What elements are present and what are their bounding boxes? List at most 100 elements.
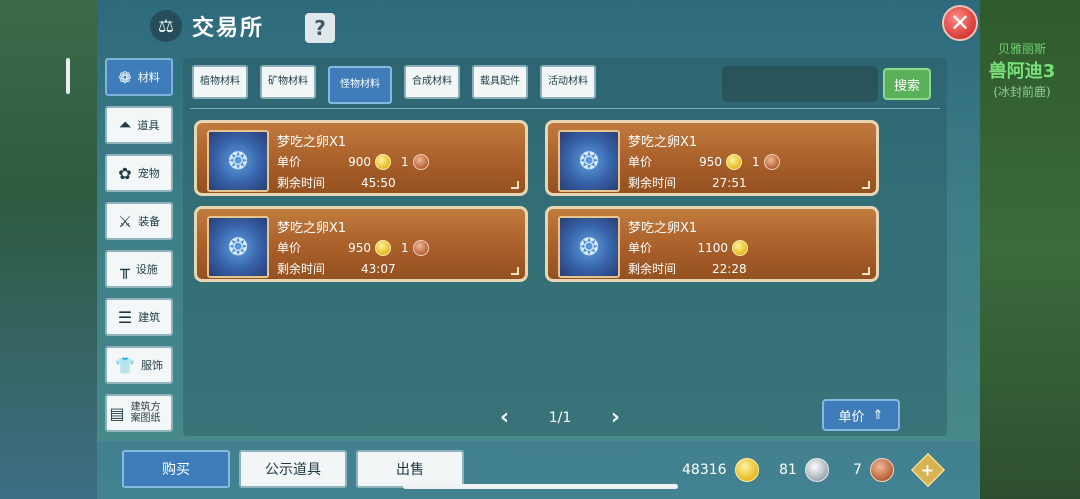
sidebar-item-items[interactable]: ⏶ 道具 bbox=[105, 106, 173, 144]
silver-amount: 81 bbox=[779, 462, 797, 478]
next-page-button[interactable]: › bbox=[611, 405, 620, 430]
sidebar-item-label: 装备 bbox=[138, 215, 161, 228]
listing-card[interactable]: ❂ 梦吃之卵X1 单价 900 1 剩余时间 45:50 bbox=[194, 120, 528, 196]
silver-balance: 81 bbox=[779, 458, 829, 482]
scroll-indicator[interactable] bbox=[66, 58, 70, 94]
time-remaining-label: 剩余时间 bbox=[628, 262, 677, 276]
unit-price-label: 单价 bbox=[628, 241, 653, 255]
corner-mark bbox=[862, 181, 870, 189]
blueprint-icon: ▤ bbox=[109, 403, 125, 423]
corner-mark bbox=[862, 267, 870, 275]
scales-icon: ⚖ bbox=[150, 10, 182, 42]
search-button[interactable]: 搜索 bbox=[883, 68, 931, 100]
unit-price-label: 单价 bbox=[277, 241, 302, 255]
egg-item-icon: ❂ bbox=[558, 130, 620, 192]
sidebar-item-blueprints[interactable]: ▤ 建筑方案图纸 bbox=[105, 394, 173, 432]
page-indicator: 1/1 bbox=[548, 409, 572, 426]
gold-coin-icon bbox=[734, 458, 759, 482]
bronze-price-value: 1 bbox=[752, 154, 760, 169]
item-name: 梦吃之卵X1 bbox=[277, 221, 347, 236]
listing-card[interactable]: ❂ 梦吃之卵X1 单价 950 1 剩余时间 43:07 bbox=[194, 206, 528, 282]
sidebar-item-facilities[interactable]: ╥ 设施 bbox=[105, 250, 173, 288]
close-button[interactable]: ✕ bbox=[942, 5, 978, 41]
shirt-icon: 👕 bbox=[115, 355, 135, 375]
background-npc-label: 贝雅丽斯 兽阿迪3 (冰封前鹿) bbox=[972, 40, 1072, 100]
egg-item-icon: ❂ bbox=[207, 130, 269, 192]
title-bar: ⚖ 交易所 bbox=[150, 8, 264, 44]
tab-monster-materials[interactable]: 怪物材料 bbox=[328, 66, 392, 104]
time-remaining-label: 剩余时间 bbox=[277, 176, 326, 190]
unit-price-label: 单价 bbox=[277, 155, 302, 169]
tab-crafting-materials[interactable]: 合成材料 bbox=[404, 65, 460, 99]
sidebar-item-clothing[interactable]: 👕 服饰 bbox=[105, 346, 173, 384]
sort-label: 单价 bbox=[838, 409, 865, 425]
sidebar-item-label: 服饰 bbox=[140, 359, 163, 372]
sell-button[interactable]: 出售 bbox=[356, 450, 464, 488]
bronze-price-value: 1 bbox=[401, 154, 409, 169]
sidebar-item-label: 宠物 bbox=[137, 167, 160, 180]
egg-item-icon: ❂ bbox=[558, 216, 620, 278]
plus-icon: + bbox=[921, 460, 935, 480]
materials-icon: ❁ bbox=[118, 67, 132, 87]
unit-price-value: 1100 bbox=[697, 240, 728, 255]
page-title: 交易所 bbox=[192, 16, 265, 41]
tabs-divider bbox=[190, 108, 940, 109]
gold-coin-icon bbox=[375, 239, 391, 256]
gold-coin-icon bbox=[375, 153, 391, 170]
bronze-balance: 7 bbox=[853, 458, 894, 482]
unit-price-value: 950 bbox=[348, 240, 371, 255]
sidebar-item-equipment[interactable]: ⚔ 装备 bbox=[105, 202, 173, 240]
sidebar-item-buildings[interactable]: ☰ 建筑 bbox=[105, 298, 173, 336]
help-button[interactable]: ? bbox=[305, 13, 335, 43]
corner-mark bbox=[511, 181, 519, 189]
sidebar-item-label: 建筑 bbox=[138, 311, 161, 324]
sidebar-item-materials[interactable]: ❁ 材料 bbox=[105, 58, 173, 96]
gold-coin-icon bbox=[726, 153, 742, 170]
npc-label-line1: 贝雅丽斯 bbox=[997, 42, 1046, 56]
unit-price-label: 单价 bbox=[628, 155, 653, 169]
gold-balance: 48316 bbox=[682, 458, 759, 482]
time-remaining-label: 剩余时间 bbox=[277, 262, 326, 276]
gold-amount: 48316 bbox=[682, 462, 727, 478]
npc-label-line3: (冰封前鹿) bbox=[993, 85, 1051, 99]
pagination: ‹ 1/1 › bbox=[500, 405, 620, 430]
time-remaining-label: 剩余时间 bbox=[628, 176, 677, 190]
sidebar-item-label: 建筑方案图纸 bbox=[130, 402, 161, 424]
sort-by-price-button[interactable]: 单价 ⇑ bbox=[822, 399, 900, 431]
tab-event-materials[interactable]: 活动材料 bbox=[540, 65, 596, 99]
bronze-coin-icon bbox=[763, 153, 780, 170]
buy-button[interactable]: 购买 bbox=[122, 450, 230, 488]
listing-card[interactable]: ❂ 梦吃之卵X1 单价 1100 剩余时间 22:28 bbox=[545, 206, 879, 282]
sidebar-item-pets[interactable]: ✿ 宠物 bbox=[105, 154, 173, 192]
flask-icon: ⏶ bbox=[118, 115, 132, 134]
public-items-button[interactable]: 公示道具 bbox=[239, 450, 347, 488]
corner-mark bbox=[511, 267, 519, 275]
category-sidebar: ❁ 材料 ⏶ 道具 ✿ 宠物 ⚔ 装备 ╥ 设施 ☰ 建筑 👕 服饰 ▤ 建筑方… bbox=[105, 58, 177, 442]
bronze-coin-icon bbox=[412, 239, 429, 256]
bronze-amount: 7 bbox=[853, 462, 862, 478]
listing-card[interactable]: ❂ 梦吃之卵X1 单价 950 1 剩余时间 27:51 bbox=[545, 120, 879, 196]
sidebar-item-label: 材料 bbox=[137, 71, 160, 84]
brick-icon: ☰ bbox=[117, 307, 133, 327]
bronze-price-value: 1 bbox=[401, 240, 409, 255]
bronze-coin-icon bbox=[412, 153, 429, 170]
item-name: 梦吃之卵X1 bbox=[277, 135, 347, 150]
tab-mineral-materials[interactable]: 矿物材料 bbox=[260, 65, 316, 99]
unit-price-value: 950 bbox=[699, 154, 722, 169]
bronze-coin-icon bbox=[869, 458, 894, 482]
silver-coin-icon bbox=[804, 458, 829, 482]
prev-page-button[interactable]: ‹ bbox=[500, 405, 509, 430]
tab-plant-materials[interactable]: 植物材料 bbox=[192, 65, 248, 99]
search-input[interactable] bbox=[722, 66, 878, 102]
time-remaining-value: 43:07 bbox=[361, 261, 396, 276]
gold-coin-icon bbox=[732, 239, 748, 256]
background-left bbox=[0, 0, 100, 499]
npc-label-line2: 兽阿迪3 bbox=[988, 61, 1056, 82]
egg-item-icon: ❂ bbox=[207, 216, 269, 278]
table-icon: ╥ bbox=[120, 259, 130, 279]
tab-vehicle-parts[interactable]: 载具配件 bbox=[472, 65, 528, 99]
unit-price-value: 900 bbox=[348, 154, 371, 169]
sidebar-item-label: 道具 bbox=[137, 119, 160, 132]
time-remaining-value: 45:50 bbox=[361, 175, 396, 190]
home-indicator bbox=[403, 484, 678, 489]
